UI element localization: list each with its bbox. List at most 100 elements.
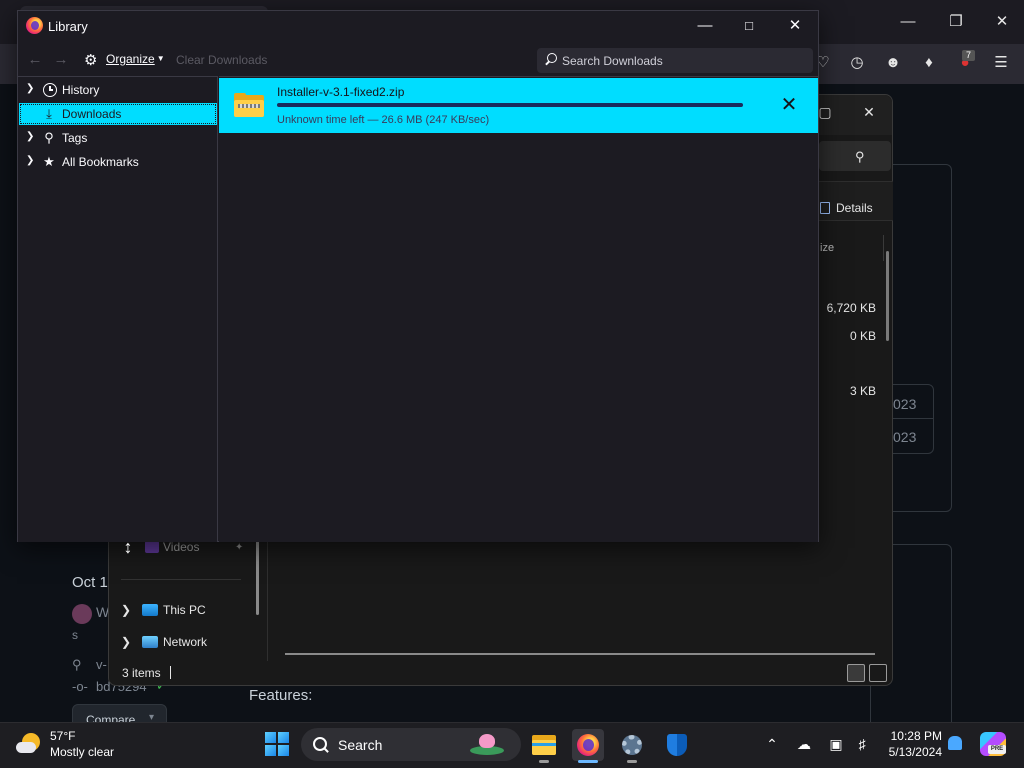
this-pc-icon (142, 604, 158, 616)
download-progress-bar (277, 103, 743, 107)
volume-icon[interactable]: ♯ (852, 734, 872, 754)
chevron-right-icon[interactable]: ❯ (121, 603, 131, 617)
nav-this-pc[interactable]: This PC (163, 603, 206, 617)
tag-icon: ⚲ (44, 130, 54, 145)
search-icon: ⚲ (855, 149, 865, 164)
file-size: 0 KB (849, 329, 876, 343)
sidebar-item-all-bookmarks[interactable]: ❯ ★ All Bookmarks (19, 151, 217, 173)
sidebar-item-tags[interactable]: ❯ ⚲ Tags (19, 127, 217, 149)
menu-icon[interactable]: ☰ (990, 52, 1012, 74)
search-downloads-input[interactable] (562, 49, 808, 72)
videos-icon (145, 541, 159, 553)
sidebar-item-downloads[interactable]: ⤓ Downloads (19, 103, 217, 125)
large-icons-view-icon[interactable] (869, 664, 887, 682)
star-icon: ★ (43, 154, 55, 169)
pane-splitter[interactable] (267, 541, 268, 661)
taskbar-search-label[interactable]: Search (338, 737, 382, 753)
gear-icon: ⚙ (84, 52, 98, 69)
file-explorer-taskbar-icon[interactable] (528, 729, 560, 761)
close-icon[interactable]: ✕ (783, 15, 807, 37)
browser-minimize-icon[interactable]: — (896, 10, 920, 34)
app-indicator (627, 760, 637, 763)
year-fragment: 023 (893, 429, 917, 445)
browser-close-icon[interactable]: ✕ (990, 10, 1014, 34)
sidebar-item-label: Tags (62, 131, 88, 145)
firefox-logo-icon (26, 17, 43, 34)
library-sidebar: ❯ History ⤓ Downloads ❯ ⚲ Tags ❯ ★ All B… (18, 76, 218, 542)
copilot-badge: PRE (988, 745, 1006, 754)
explorer-close-icon[interactable]: ✕ (858, 101, 880, 123)
browser-restore-icon[interactable]: ❐ (944, 10, 968, 34)
sidebar-item-label: History (62, 83, 100, 97)
speedometer-icon[interactable]: ◷ (846, 52, 868, 74)
commit-icon: -o- (72, 679, 88, 694)
minimize-icon[interactable]: — (693, 15, 717, 37)
text-fragment: s (72, 628, 78, 642)
account-icon[interactable]: ☻ (882, 52, 904, 74)
explorer-scrollbar[interactable] (886, 251, 889, 341)
forward-arrow-icon[interactable]: → (50, 49, 72, 71)
network-icon (142, 636, 158, 648)
sidebar-item-label: All Bookmarks (62, 155, 139, 169)
settings-taskbar-icon[interactable] (616, 729, 648, 761)
sidebar-item-history[interactable]: ❯ History (19, 79, 217, 101)
download-progress-fill (277, 103, 743, 107)
lotus-highlight-icon[interactable] (470, 732, 504, 756)
cancel-download-icon[interactable]: ✕ (777, 93, 801, 117)
chevron-down-icon: ▼ (156, 54, 165, 63)
weather-icon[interactable] (16, 730, 42, 756)
zip-folder-icon (234, 93, 264, 117)
app-indicator (539, 760, 549, 763)
clock-time[interactable]: 10:28 PM (884, 729, 942, 743)
back-arrow-icon[interactable]: ← (24, 49, 46, 71)
clock-date[interactable]: 5/13/2024 (884, 745, 942, 759)
resize-cursor-icon: ↕ (123, 537, 133, 557)
details-button[interactable]: Details (820, 201, 873, 215)
cloud-offline-icon[interactable]: ☁ (794, 734, 814, 754)
horizontal-scrollbar[interactable] (285, 653, 875, 655)
notification-bell-icon[interactable] (948, 736, 962, 750)
avatar[interactable] (72, 604, 92, 624)
extensions-icon[interactable]: ♦ (918, 52, 940, 74)
organize-button[interactable]: ⚙ Organize ▼ (84, 51, 165, 71)
pin-icon[interactable]: ✦ (235, 542, 245, 553)
size-column-header[interactable]: ize (820, 242, 834, 254)
sidebar-item-label: Downloads (62, 107, 122, 121)
chevron-right-icon[interactable]: ❯ (26, 155, 34, 166)
chevron-right-icon[interactable]: ❯ (121, 635, 131, 649)
nav-videos[interactable]: Videos (163, 540, 199, 554)
organize-label: Organize (106, 52, 155, 66)
details-label: Details (836, 201, 873, 215)
weather-description[interactable]: Mostly clear (50, 745, 114, 759)
chevron-right-icon[interactable]: ❯ (26, 131, 34, 142)
downloads-list: Installer-v-3.1-fixed2.zip Unknown time … (219, 76, 818, 542)
chevron-right-icon[interactable]: ❯ (26, 83, 34, 94)
firefox-taskbar-icon[interactable] (572, 729, 604, 761)
chevron-up-icon[interactable]: ⌃ (762, 734, 782, 754)
details-view-icon[interactable] (847, 664, 865, 682)
column-separator[interactable] (883, 235, 884, 261)
download-item[interactable]: Installer-v-3.1-fixed2.zip Unknown time … (219, 78, 818, 133)
nav-network[interactable]: Network (163, 635, 207, 649)
status-divider (170, 666, 171, 679)
tag-icon: ⚲ (72, 657, 82, 672)
download-status: Unknown time left — 26.6 MB (247 KB/sec) (277, 114, 490, 126)
copilot-icon[interactable]: PRE (980, 732, 1006, 756)
defender-shield-icon[interactable] (660, 729, 692, 761)
search-icon (313, 737, 329, 753)
nav-divider (121, 579, 241, 580)
app-indicator (578, 760, 598, 763)
windows-start-icon[interactable] (265, 732, 289, 756)
tag-fragment[interactable]: v- (96, 657, 107, 672)
window-title: Library (48, 19, 88, 34)
display-icon[interactable]: ▣ (826, 734, 846, 754)
weather-temp[interactable]: 57°F (50, 729, 75, 743)
maximize-icon[interactable]: □ (737, 15, 761, 37)
details-pane-icon (820, 202, 830, 214)
file-size: 6,720 KB (826, 301, 876, 315)
download-icon: ⤓ (46, 106, 52, 121)
file-size: 3 KB (849, 384, 876, 398)
clear-downloads-button[interactable]: Clear Downloads (176, 53, 267, 67)
nav-pane-scrollbar[interactable] (256, 541, 259, 615)
extension-badge: 7 (962, 50, 975, 61)
